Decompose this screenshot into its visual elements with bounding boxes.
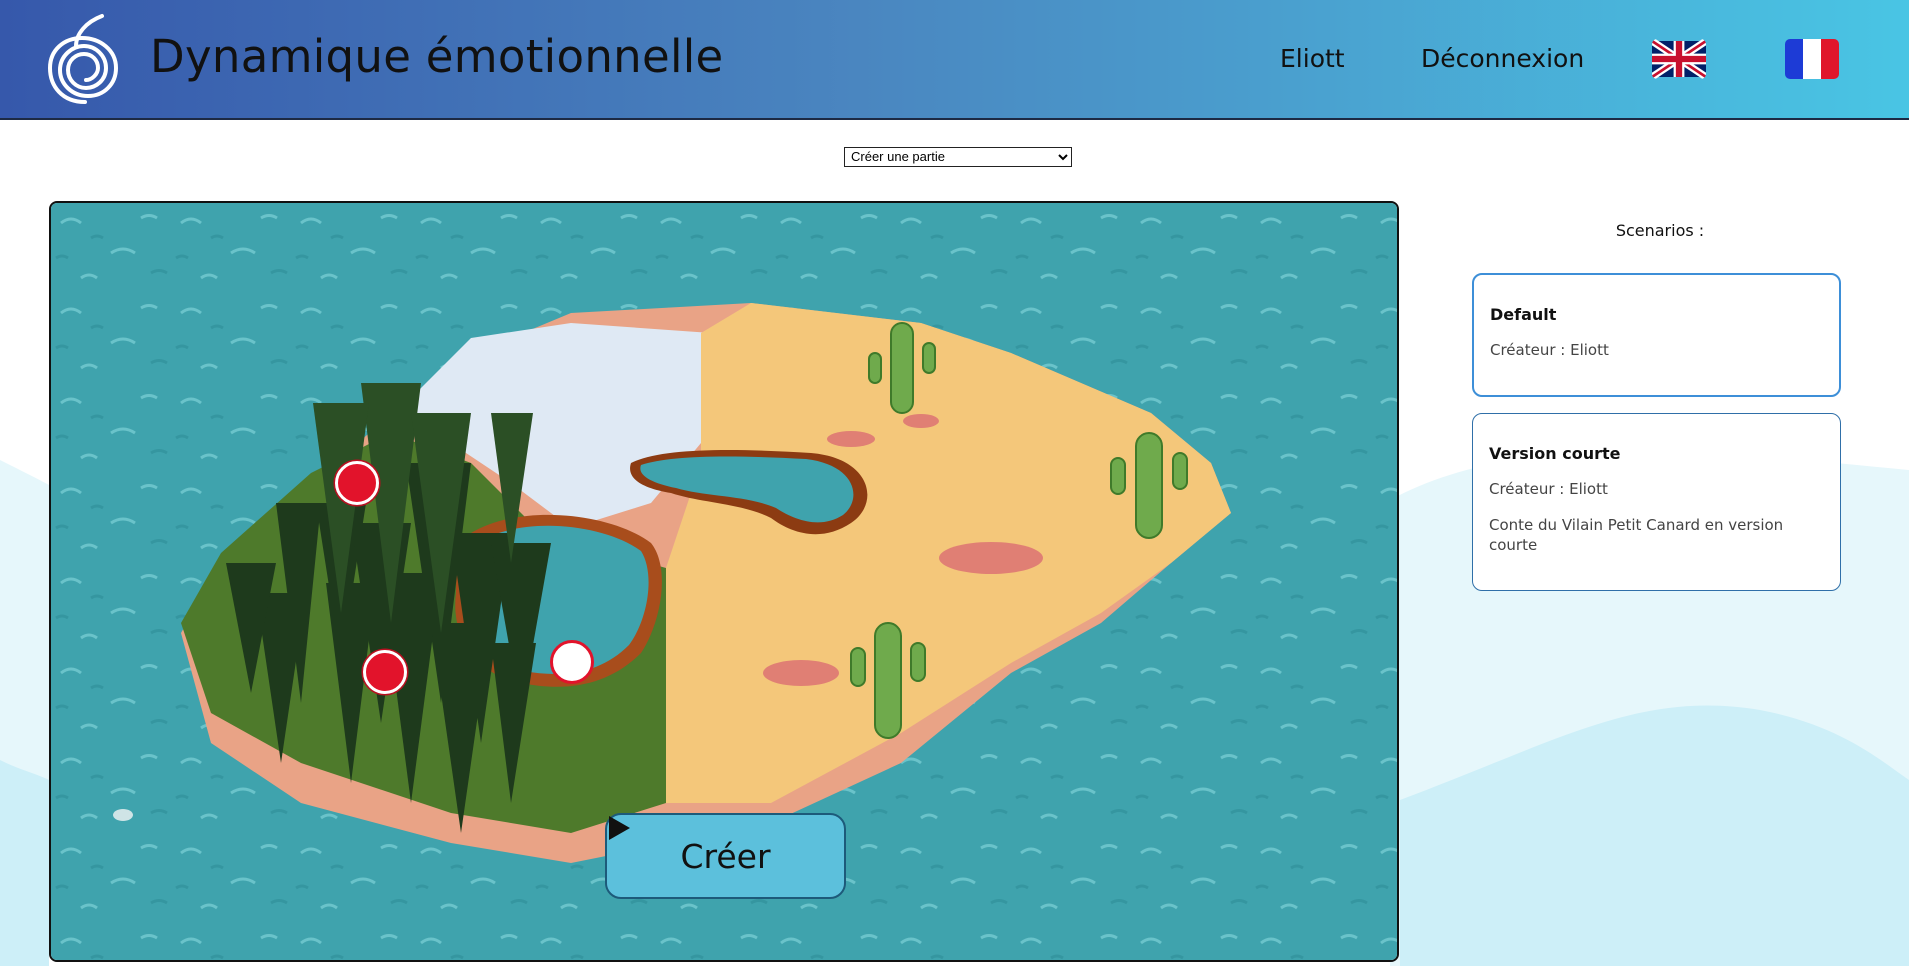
map-marker-forest-bottom[interactable] <box>363 650 407 694</box>
island-map: Créer <box>49 201 1399 962</box>
uk-flag-icon[interactable] <box>1652 39 1706 79</box>
play-icon <box>609 816 630 840</box>
create-button[interactable]: Créer <box>605 813 846 899</box>
scenario-name: Version courte <box>1489 444 1621 463</box>
map-marker-pond[interactable] <box>550 640 594 684</box>
app-title: Dynamique émotionnelle <box>150 30 724 83</box>
game-mode-select-wrapper: Créer une partie <box>844 146 1072 167</box>
logout-link[interactable]: Déconnexion <box>1421 44 1584 73</box>
scenario-card-default[interactable]: Default Créateur : Eliott <box>1472 273 1841 397</box>
scenario-creator: Créateur : Eliott <box>1489 480 1608 498</box>
spiral-logo-icon <box>47 14 119 104</box>
game-mode-select[interactable]: Créer une partie <box>844 146 1072 167</box>
top-header: Dynamique émotionnelle Eliott Déconnexio… <box>0 0 1909 120</box>
scenario-description: Conte du Vilain Petit Canard en version … <box>1489 516 1784 554</box>
scenarios-title: Scenarios : <box>1615 221 1705 240</box>
scenario-name: Default <box>1490 305 1557 324</box>
scenario-creator: Créateur : Eliott <box>1490 341 1609 359</box>
france-flag-icon[interactable] <box>1785 39 1839 79</box>
scenario-card-version-courte[interactable]: Version courte Créateur : Eliott Conte d… <box>1472 413 1841 591</box>
create-button-label: Créer <box>680 836 771 876</box>
user-name-link[interactable]: Eliott <box>1280 44 1345 73</box>
map-marker-forest-top[interactable] <box>335 461 379 505</box>
